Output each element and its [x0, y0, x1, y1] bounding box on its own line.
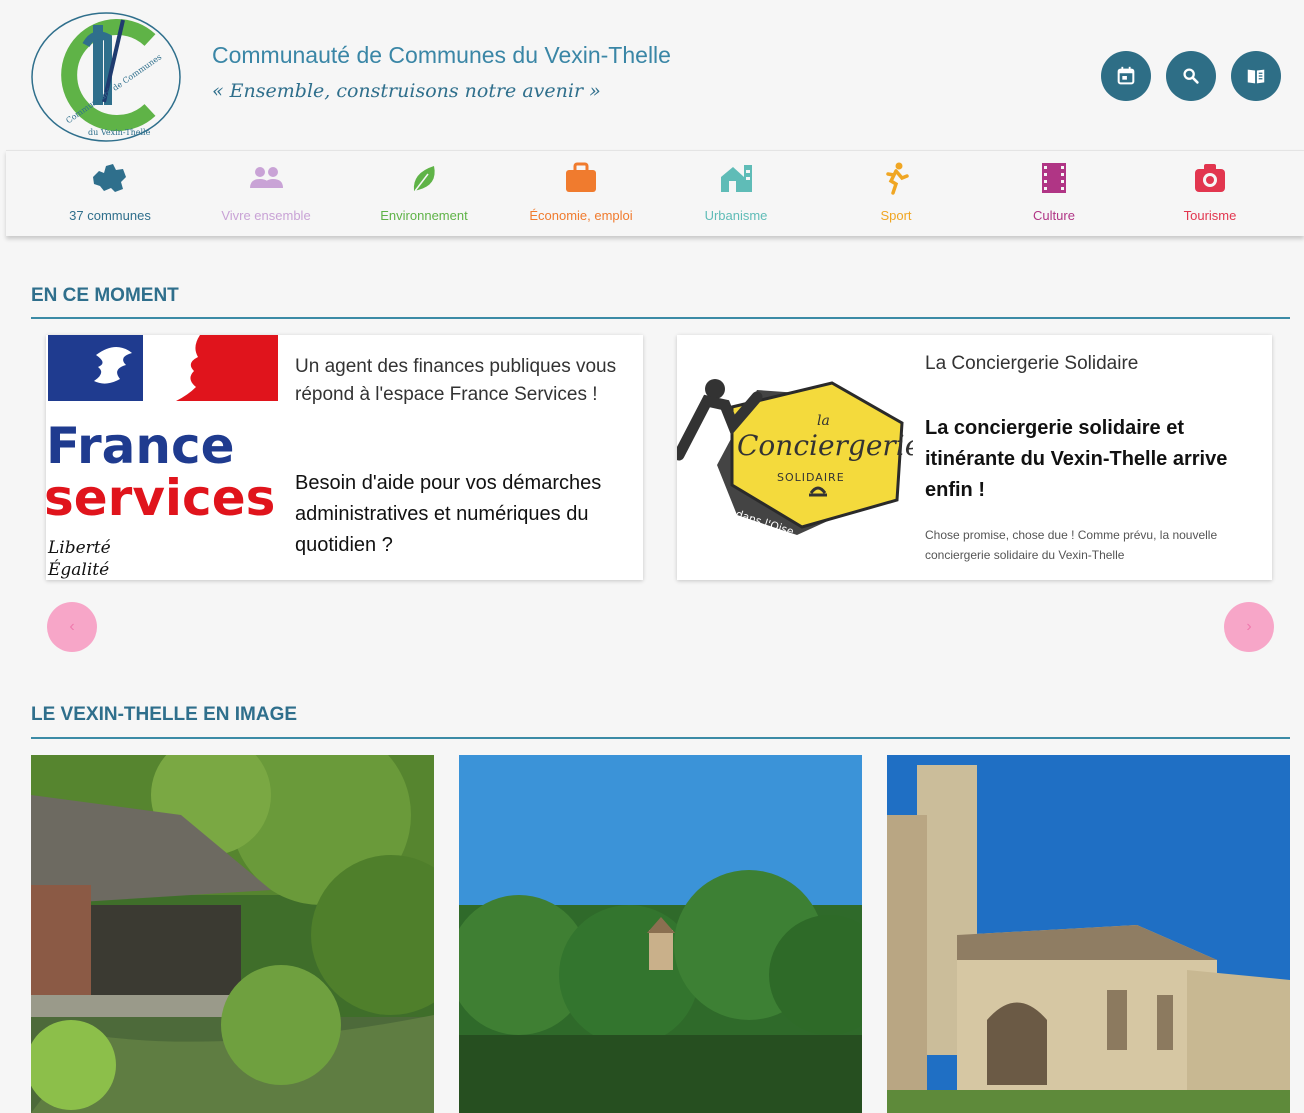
page: Communauté de Communes du Vexin-Thelle C…: [0, 0, 1304, 1113]
svg-text:SOLIDAIRE: SOLIDAIRE: [777, 471, 845, 484]
search-button[interactable]: [1166, 51, 1216, 101]
site-logo[interactable]: Communauté de Communes du Vexin-Thelle: [28, 10, 184, 144]
nav-label: 37 communes: [69, 208, 151, 223]
section-divider: [31, 737, 1290, 739]
landscape-photo: [459, 755, 862, 1113]
film-icon: [1042, 163, 1066, 193]
svg-text:Égalité: Égalité: [47, 559, 109, 580]
nav-item-urbanisme[interactable]: Urbanisme: [646, 151, 826, 237]
calendar-icon: [1117, 66, 1135, 85]
leaf-icon: [413, 166, 435, 192]
nav-label: Tourisme: [1183, 208, 1237, 223]
chevron-right-icon: ›: [1246, 618, 1252, 635]
runner-icon: [886, 162, 909, 195]
nav-label: Urbanisme: [704, 208, 768, 223]
svg-text:du Vexin-Thelle: du Vexin-Thelle: [88, 128, 151, 137]
card-headline: La conciergerie solidaire et itinérante …: [925, 417, 1228, 501]
svg-text:Liberté: Liberté: [47, 538, 111, 558]
house-icon: [721, 165, 752, 192]
conciergerie-logo: la Conciergerie SOLIDAIRE dans l'Oise: [677, 379, 913, 539]
book-icon: [1247, 69, 1265, 84]
nav-item-culture[interactable]: Culture: [964, 151, 1144, 237]
map-icon: [93, 164, 126, 192]
card-intro: Un agent des finances publiques vous rép…: [295, 356, 617, 405]
church-photo: [887, 755, 1290, 1113]
gallery-photo-lavoir[interactable]: [31, 755, 434, 1113]
magazine-button[interactable]: [1231, 51, 1281, 101]
news-card-france-services[interactable]: France services Liberté Égalité Un agent…: [46, 335, 643, 580]
nav-label: Sport: [880, 208, 912, 223]
news-section-title: EN CE MOMENT: [31, 285, 179, 306]
carousel-next-button[interactable]: ›: [1224, 602, 1274, 652]
france-services-logo: France services Liberté Égalité: [46, 335, 278, 580]
category-nav: 37 communes Vivre ensemble Environnement…: [6, 150, 1304, 236]
chevron-left-icon: ‹: [69, 618, 75, 635]
site-motto: « Ensemble, construisons notre avenir »: [212, 80, 601, 102]
nav-label: Vivre ensemble: [221, 208, 311, 223]
gallery-photo-church[interactable]: [887, 755, 1290, 1113]
nav-label: Culture: [1033, 208, 1075, 223]
site-header: Communauté de Communes du Vexin-Thelle C…: [0, 0, 1304, 150]
carousel-prev-button[interactable]: ‹: [47, 602, 97, 652]
news-card-conciergerie[interactable]: la Conciergerie SOLIDAIRE dans l'Oise La…: [677, 335, 1272, 580]
nav-label: Économie, emploi: [529, 208, 633, 223]
nav-item-economie[interactable]: Économie, emploi: [491, 151, 671, 237]
gallery-photo-landscape[interactable]: [459, 755, 862, 1113]
nav-item-vivre-ensemble[interactable]: Vivre ensemble: [176, 151, 356, 237]
briefcase-icon: [566, 162, 596, 192]
site-title: Communauté de Communes du Vexin-Thelle: [212, 42, 671, 68]
lavoir-photo: [31, 755, 434, 1113]
section-divider: [31, 317, 1290, 319]
camera-icon: [1195, 164, 1225, 192]
svg-text:services: services: [46, 469, 275, 527]
nav-item-sport[interactable]: Sport: [806, 151, 986, 237]
nav-item-communes[interactable]: 37 communes: [20, 151, 200, 237]
svg-text:France: France: [46, 417, 235, 475]
svg-text:la: la: [817, 413, 830, 429]
nav-label: Environnement: [380, 208, 468, 223]
gallery-section-title: LE VEXIN-THELLE EN IMAGE: [31, 704, 298, 725]
card-tag: La Conciergerie Solidaire: [925, 353, 1139, 374]
svg-text:Conciergerie: Conciergerie: [737, 429, 913, 462]
people-icon: [250, 167, 283, 188]
card-excerpt: Chose promise, chose due ! Comme prévu, …: [925, 528, 1218, 562]
search-icon: [1183, 68, 1199, 84]
calendar-button[interactable]: [1101, 51, 1151, 101]
card-lead: Besoin d'aide pour vos démarches adminis…: [295, 472, 602, 556]
nav-item-tourisme[interactable]: Tourisme: [1120, 151, 1300, 237]
nav-item-environnement[interactable]: Environnement: [334, 151, 514, 237]
